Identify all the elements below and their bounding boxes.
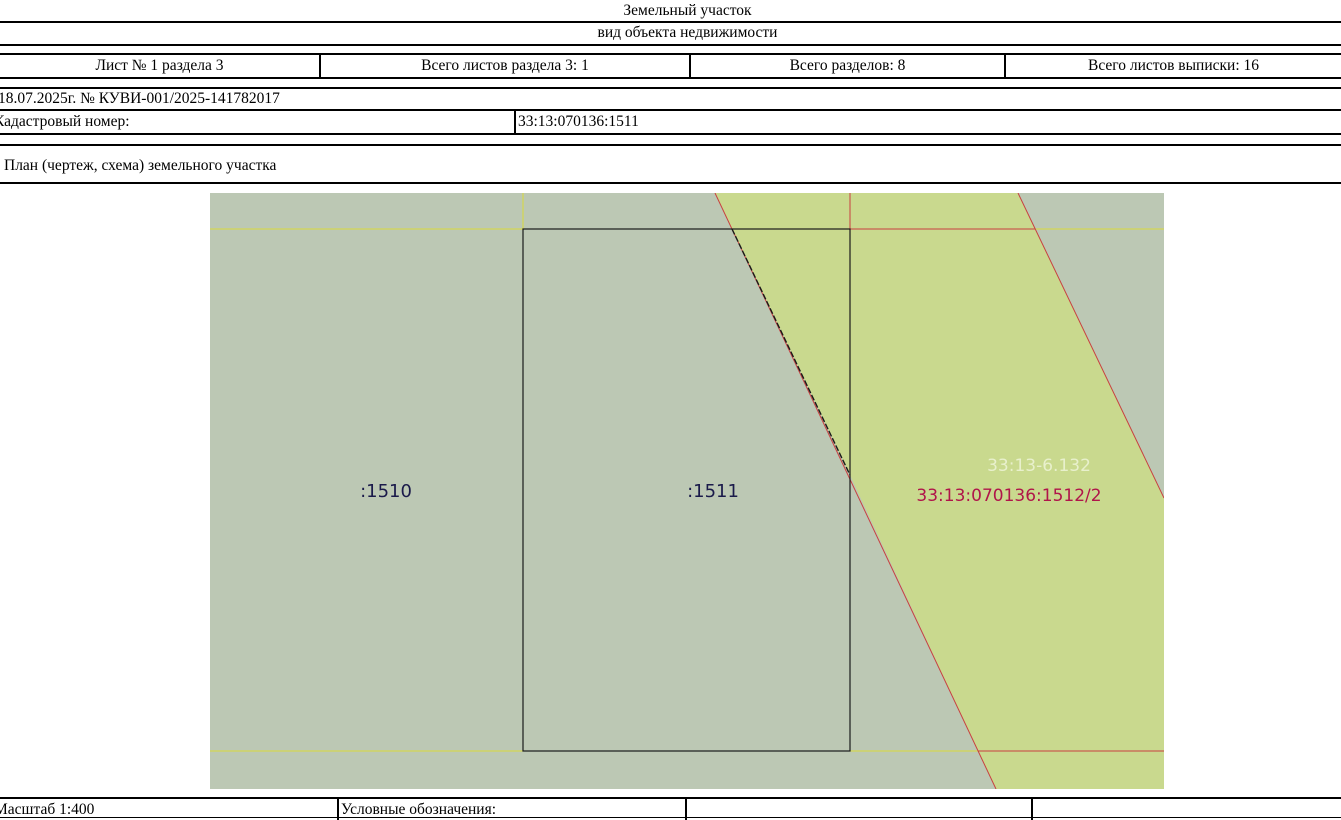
- cadastral-number-value: 33:13:070136:1511: [518, 113, 639, 130]
- plan-title: План (чертеж, схема) земельного участка: [4, 157, 277, 174]
- divider: [0, 144, 1341, 146]
- divider: [0, 817, 1341, 818]
- parcel-1511-label: :1511: [687, 481, 739, 502]
- divider: [0, 182, 1341, 184]
- cell-divider: [514, 109, 516, 133]
- divider: [0, 87, 1341, 89]
- object-title: Земельный участок: [623, 2, 752, 19]
- parcel-1512-label: 33:13:070136:1512/2: [916, 486, 1101, 506]
- zone-label: 33:13-6.132: [987, 456, 1091, 476]
- cadastral-number-label: Кадастровый номер:: [0, 113, 130, 130]
- zone-area-bottom: [978, 751, 1164, 789]
- sheet-number: Лист № 1 раздела 3: [95, 57, 224, 74]
- total-sheets-section: Всего листов раздела 3: 1: [421, 57, 589, 74]
- divider: [0, 21, 1341, 23]
- divider: [0, 133, 1341, 135]
- divider: [0, 77, 1341, 79]
- extract-date-number: 18.07.2025г. № КУВИ-001/2025-141782017: [0, 90, 280, 107]
- plan-map: :1510 :1511 33:13-6.132 33:13:070136:151…: [210, 193, 1164, 789]
- total-sheets-extract: Всего листов выписки: 16: [1087, 57, 1259, 74]
- object-type-caption: вид объекта недвижимости: [597, 24, 778, 41]
- divider: [0, 797, 1341, 799]
- parcel-1510-label: :1510: [360, 481, 412, 502]
- total-sections: Всего разделов: 8: [789, 57, 906, 74]
- divider: [0, 44, 1341, 46]
- divider: [0, 53, 1341, 55]
- divider: [0, 109, 1341, 111]
